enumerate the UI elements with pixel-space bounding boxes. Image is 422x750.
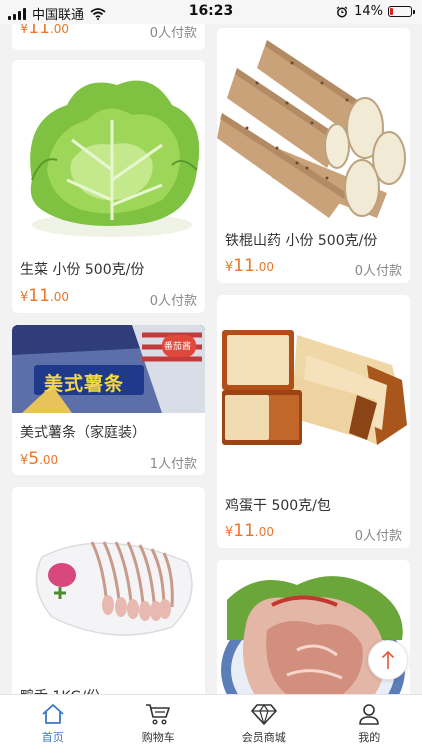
diamond-icon	[250, 701, 277, 727]
tab-mine[interactable]: 我的	[317, 695, 422, 750]
product-image-fries-bag: 美式薯条 番茄酱	[12, 325, 205, 413]
product-name: 鸡蛋干 500克/包	[225, 498, 331, 514]
product-name: 生菜 小份 500克/份	[20, 262, 145, 278]
product-sold-count: 1人付款	[149, 457, 197, 472]
product-card[interactable]: 鸡蛋干 500克/包 ¥11.00 0人付款	[217, 295, 410, 548]
status-bar: 中国联通 16:23 14%	[0, 0, 422, 24]
product-sold-count: 0人付款	[354, 264, 402, 279]
product-image-duck-tongues	[12, 487, 205, 679]
tab-label: 我的	[358, 731, 381, 744]
product-sold-count: 0人付款	[354, 529, 402, 544]
cart-icon	[145, 701, 171, 727]
tab-label: 购物车	[141, 731, 175, 744]
fries-bag-title: 美式薯条	[44, 373, 125, 395]
tab-label: 首页	[41, 731, 64, 744]
back-to-top-button[interactable]	[368, 640, 408, 680]
alarm-icon	[336, 6, 348, 17]
product-price: ¥11.00	[225, 256, 275, 276]
product-sold-count: 0人付款	[149, 294, 197, 309]
product-sold-count: 0人付款	[149, 26, 197, 41]
user-icon	[357, 701, 381, 727]
tab-cart[interactable]: 购物车	[106, 695, 212, 750]
product-price: ¥5.00	[20, 449, 59, 469]
product-card[interactable]: 铁棍山药 小份 500克/份 ¥11.00 0人付款	[217, 28, 410, 283]
product-price: ¥11.00	[225, 521, 275, 541]
tab-label: 会员商城	[241, 731, 286, 744]
product-name: 美式薯条（家庭装）	[20, 425, 146, 441]
battery-icon	[388, 6, 415, 17]
product-image-lettuce	[12, 60, 205, 250]
product-image-yam	[217, 28, 410, 223]
tab-home[interactable]: 首页	[0, 695, 106, 750]
product-image-egg-tofu	[217, 295, 410, 485]
arrow-up-icon	[381, 650, 395, 669]
tab-member-mall[interactable]: 会员商城	[211, 695, 317, 750]
battery-percent: 14%	[354, 4, 383, 19]
product-price: ¥11.00	[20, 286, 70, 306]
product-name: 铁棍山药 小份 500克/份	[225, 233, 378, 249]
fries-bag-tag: 番茄酱	[164, 342, 192, 352]
tab-bar: 首页 购物车 会员商城 我的	[0, 694, 422, 750]
product-card[interactable]: 生菜 小份 500克/份 ¥11.00 0人付款	[12, 60, 205, 313]
product-card[interactable]: 鸭舌 1KG/份	[12, 487, 205, 717]
home-icon	[41, 701, 65, 727]
product-card[interactable]: 美式薯条 番茄酱 美式薯条（家庭装） ¥5.00 1人付款	[12, 325, 205, 475]
